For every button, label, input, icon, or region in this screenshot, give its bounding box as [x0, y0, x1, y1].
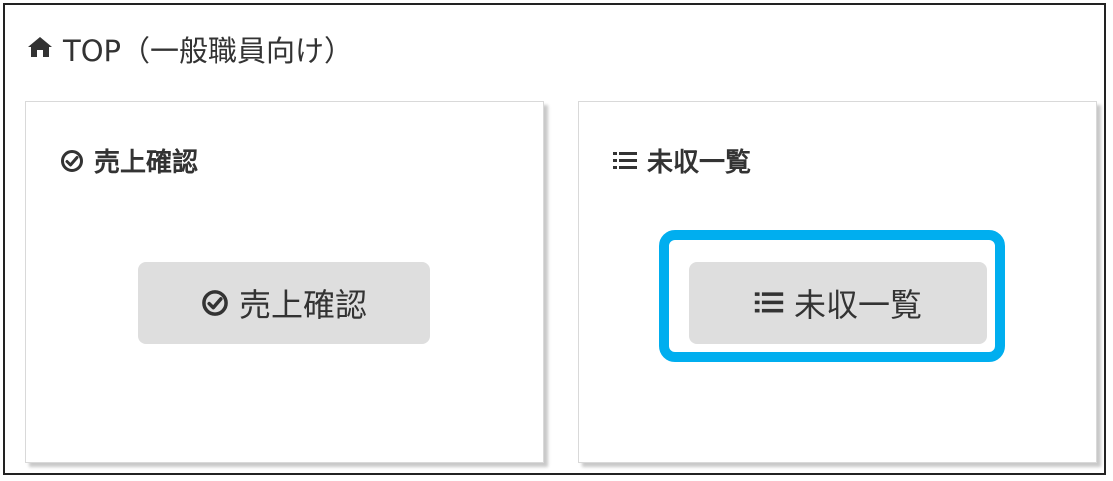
check-circle-icon — [60, 149, 84, 173]
unpaid-card: 未収一覧 未収一覧 — [578, 101, 1097, 463]
unpaid-card-header: 未収一覧 — [613, 142, 751, 179]
unpaid-card-title: 未収一覧 — [647, 148, 752, 178]
screen-frame: TOP（一般職員向け） 売上確認 売上確認 未収一覧 未収一覧 — [3, 3, 1106, 475]
page-title: TOP（一般職員向け） — [27, 29, 353, 69]
sales-check-button[interactable]: 売上確認 — [138, 262, 430, 344]
home-icon — [27, 32, 63, 66]
unpaid-list-button[interactable]: 未収一覧 — [689, 262, 987, 344]
sales-card-header: 売上確認 — [60, 142, 198, 179]
sales-check-button-label: 売上確認 — [238, 286, 367, 324]
sales-card-title: 売上確認 — [94, 148, 199, 178]
list-icon — [613, 150, 637, 172]
sales-card: 売上確認 売上確認 — [25, 101, 544, 463]
check-circle-icon — [201, 289, 229, 317]
unpaid-list-button-label: 未収一覧 — [793, 286, 922, 324]
page-title-text: TOP（一般職員向け） — [63, 34, 354, 68]
list-icon — [754, 290, 784, 316]
